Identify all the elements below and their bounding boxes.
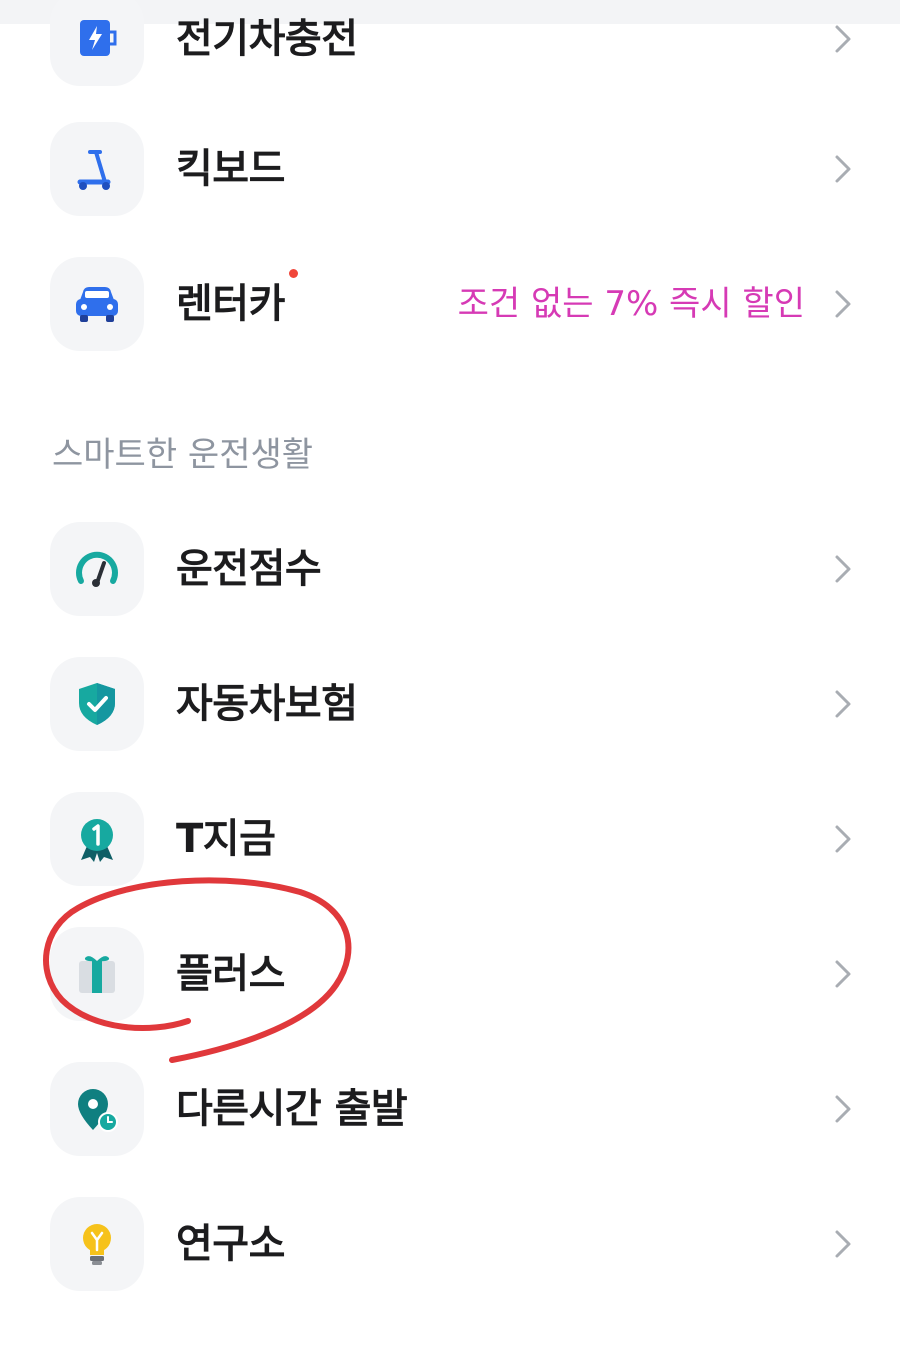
menu-label-ev-charging: 전기차충전 xyxy=(176,16,358,62)
menu-label-plus: 플러스 xyxy=(176,951,285,997)
car-icon-tile xyxy=(50,257,144,351)
menu-label-kickboard: 킥보드 xyxy=(176,146,285,192)
menu-item-other-time-departure[interactable]: 다른시간 출발 xyxy=(0,1054,900,1164)
location-clock-icon-tile xyxy=(50,1062,144,1156)
gift-icon-tile xyxy=(50,927,144,1021)
car-icon xyxy=(76,287,118,322)
chevron-right-icon xyxy=(835,1230,851,1258)
speedometer-icon-tile xyxy=(50,522,144,616)
new-badge-dot xyxy=(289,269,298,278)
menu-label-t-now: T지금 xyxy=(176,816,276,862)
ev-charger-icon xyxy=(80,20,117,56)
badge-icon-tile xyxy=(50,792,144,886)
menu-item-rentacar[interactable]: 렌터카 조건 없는 7% 즉시 할인 xyxy=(0,249,900,359)
speedometer-icon xyxy=(76,551,118,587)
chevron-right-icon xyxy=(835,25,851,53)
chevron-right-icon xyxy=(835,290,851,318)
section-title-smart-driving: 스마트한 운전생활 xyxy=(52,435,314,475)
menu-label-car-insurance: 자동차보험 xyxy=(176,681,358,727)
menu-label-other-time-departure: 다른시간 출발 xyxy=(176,1086,408,1132)
kickboard-icon-tile xyxy=(50,122,144,216)
gift-icon xyxy=(79,956,115,993)
menu-item-kickboard[interactable]: 킥보드 xyxy=(0,114,900,224)
ev-charger-icon-tile xyxy=(50,0,144,86)
menu-item-ev-charging[interactable]: 전기차충전 xyxy=(0,0,900,94)
menu-item-t-now[interactable]: T지금 xyxy=(0,784,900,894)
menu-label-driving-score: 운전점수 xyxy=(176,546,322,592)
kickboard-icon xyxy=(77,150,111,190)
shield-check-icon xyxy=(79,683,115,725)
chevron-right-icon xyxy=(835,960,851,988)
menu-item-driving-score[interactable]: 운전점수 xyxy=(0,514,900,624)
menu-label-rentacar: 렌터카 xyxy=(176,281,285,327)
menu-label-lab: 연구소 xyxy=(176,1221,285,1267)
lightbulb-icon-tile xyxy=(50,1197,144,1291)
menu-item-car-insurance[interactable]: 자동차보험 xyxy=(0,649,900,759)
location-clock-icon xyxy=(78,1089,118,1132)
shield-check-icon-tile xyxy=(50,657,144,751)
menu-item-lab[interactable]: 연구소 xyxy=(0,1189,900,1299)
chevron-right-icon xyxy=(835,155,851,183)
chevron-right-icon xyxy=(835,690,851,718)
menu-item-plus[interactable]: 플러스 xyxy=(0,919,900,1029)
badge-number-one-icon xyxy=(81,819,113,862)
chevron-right-icon xyxy=(835,825,851,853)
rentacar-promo-text: 조건 없는 7% 즉시 할인 xyxy=(457,284,805,324)
chevron-right-icon xyxy=(835,1095,851,1123)
lightbulb-icon xyxy=(83,1224,111,1265)
chevron-right-icon xyxy=(835,555,851,583)
